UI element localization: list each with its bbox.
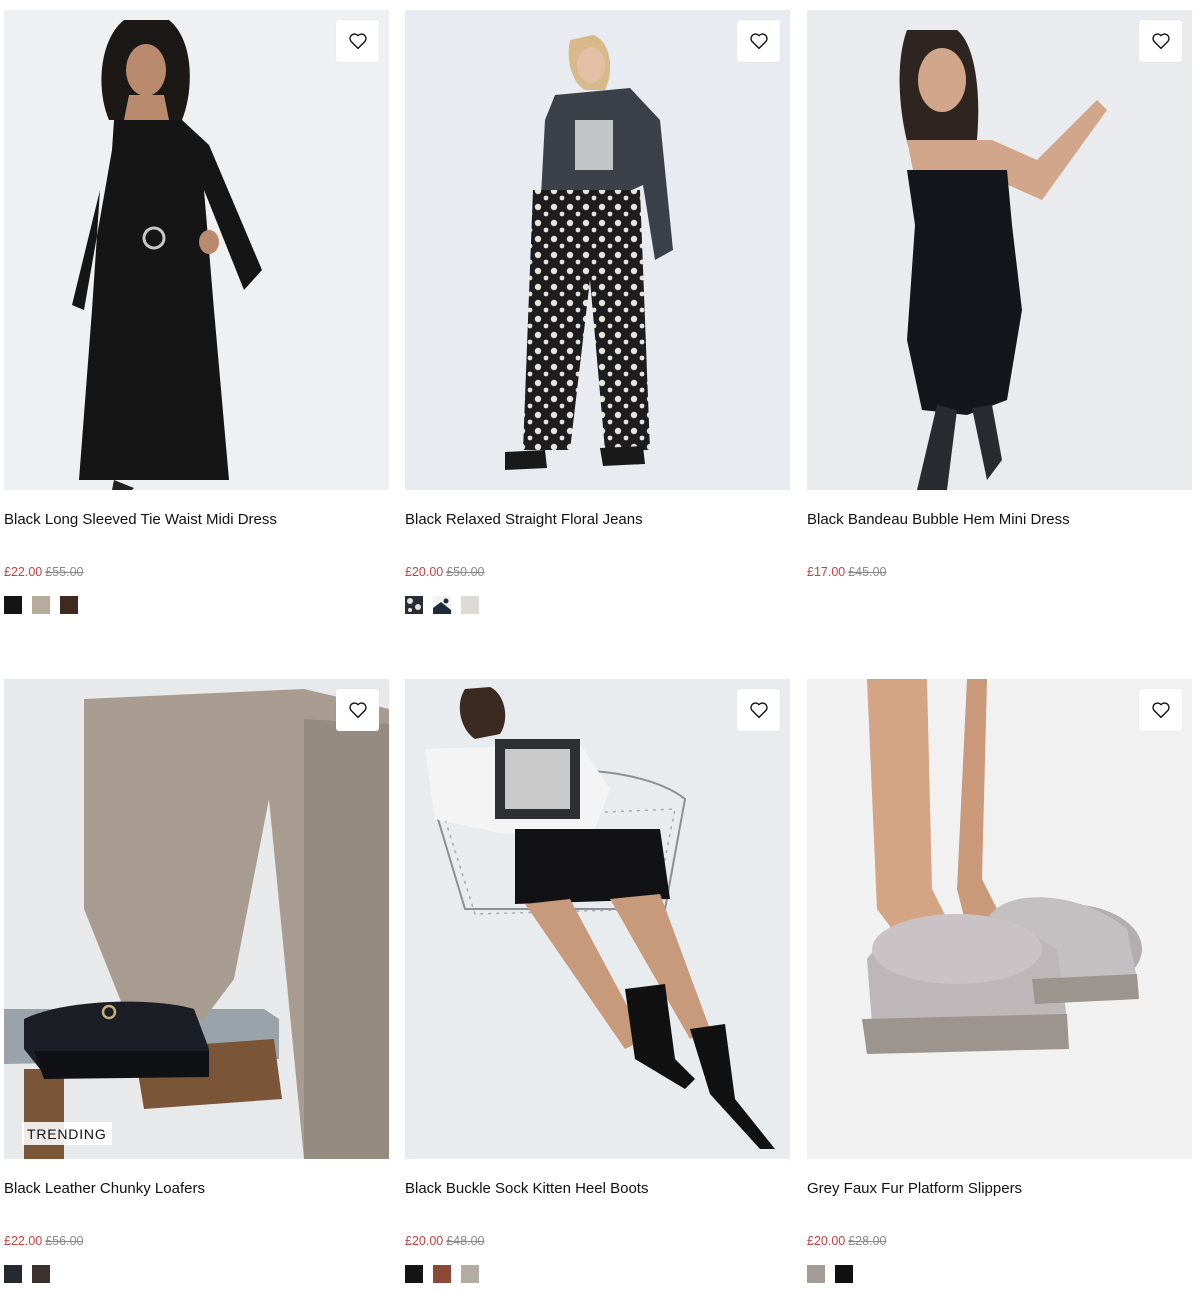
color-swatches <box>405 1265 790 1283</box>
original-price: £45.00 <box>848 565 887 579</box>
product-price: £22.00 £55.00 <box>4 565 389 579</box>
wishlist-button[interactable] <box>737 20 780 62</box>
original-price: £50.00 <box>446 565 485 579</box>
product-card[interactable]: Black Buckle Sock Kitten Heel Boots £20.… <box>405 679 790 1283</box>
wishlist-button[interactable] <box>1139 689 1182 731</box>
original-price: £56.00 <box>45 1234 84 1248</box>
color-swatch[interactable] <box>405 596 423 614</box>
product-price: £20.00 £50.00 <box>405 565 790 579</box>
product-card[interactable]: Black Long Sleeved Tie Waist Midi Dress … <box>4 10 389 614</box>
color-swatches <box>807 596 1192 614</box>
product-price: £20.00 £28.00 <box>807 1234 1192 1248</box>
sale-price: £22.00 <box>4 565 43 579</box>
heart-icon <box>348 702 367 719</box>
color-swatch[interactable] <box>32 596 50 614</box>
wishlist-button[interactable] <box>1139 20 1182 62</box>
color-swatches <box>405 596 790 614</box>
sale-price: £20.00 <box>807 1234 846 1248</box>
product-title[interactable]: Grey Faux Fur Platform Slippers <box>807 1180 1192 1198</box>
color-swatch[interactable] <box>835 1265 853 1283</box>
color-swatch[interactable] <box>461 1265 479 1283</box>
color-swatch[interactable] <box>807 1265 825 1283</box>
sale-price: £20.00 <box>405 1234 444 1248</box>
color-swatch[interactable] <box>433 1265 451 1283</box>
product-photo-sock-boots <box>405 679 790 1159</box>
product-image[interactable] <box>807 679 1192 1159</box>
product-card[interactable]: Grey Faux Fur Platform Slippers £20.00 £2… <box>807 679 1192 1283</box>
wishlist-button[interactable] <box>336 20 379 62</box>
color-swatches <box>4 1265 389 1283</box>
product-image[interactable] <box>405 10 790 490</box>
product-photo-chunky-loafers <box>4 679 389 1159</box>
color-swatch[interactable] <box>32 1265 50 1283</box>
product-title[interactable]: Black Leather Chunky Loafers <box>4 1180 389 1198</box>
sale-price: £17.00 <box>807 565 846 579</box>
original-price: £55.00 <box>45 565 84 579</box>
original-price: £28.00 <box>848 1234 887 1248</box>
color-swatch[interactable] <box>461 596 479 614</box>
product-image[interactable] <box>4 10 389 490</box>
color-swatch[interactable] <box>405 1265 423 1283</box>
product-price: £17.00 £45.00 <box>807 565 1192 579</box>
heart-icon <box>1151 33 1170 50</box>
product-image[interactable]: TRENDING <box>4 679 389 1159</box>
product-photo-fur-slippers <box>807 679 1192 1159</box>
trending-badge: TRENDING <box>22 1122 112 1145</box>
product-photo-bandeau-dress <box>807 10 1192 490</box>
heart-icon <box>1151 702 1170 719</box>
product-photo-midi-dress <box>4 10 389 490</box>
color-swatch[interactable] <box>4 596 22 614</box>
original-price: £48.00 <box>446 1234 485 1248</box>
product-photo-floral-jeans <box>405 10 790 490</box>
product-image[interactable] <box>807 10 1192 490</box>
wishlist-button[interactable] <box>336 689 379 731</box>
sale-price: £20.00 <box>405 565 444 579</box>
wishlist-button[interactable] <box>737 689 780 731</box>
product-title[interactable]: Black Bandeau Bubble Hem Mini Dress <box>807 511 1192 529</box>
heart-icon <box>749 33 768 50</box>
product-card[interactable]: Black Bandeau Bubble Hem Mini Dress £17.… <box>807 10 1192 614</box>
heart-icon <box>348 33 367 50</box>
color-swatch[interactable] <box>4 1265 22 1283</box>
product-grid: Black Long Sleeved Tie Waist Midi Dress … <box>0 0 1200 1302</box>
color-swatches <box>4 596 389 614</box>
product-title[interactable]: Black Buckle Sock Kitten Heel Boots <box>405 1180 790 1198</box>
product-card[interactable]: TRENDING Black Leather Chunky Loafers £2… <box>4 679 389 1283</box>
product-price: £22.00 £56.00 <box>4 1234 389 1248</box>
product-image[interactable] <box>405 679 790 1159</box>
color-swatch[interactable] <box>433 596 451 614</box>
color-swatches <box>807 1265 1192 1283</box>
product-card[interactable]: Black Relaxed Straight Floral Jeans £20.… <box>405 10 790 614</box>
product-title[interactable]: Black Relaxed Straight Floral Jeans <box>405 511 790 529</box>
heart-icon <box>749 702 768 719</box>
product-title[interactable]: Black Long Sleeved Tie Waist Midi Dress <box>4 511 389 529</box>
product-price: £20.00 £48.00 <box>405 1234 790 1248</box>
sale-price: £22.00 <box>4 1234 43 1248</box>
color-swatch[interactable] <box>60 596 78 614</box>
